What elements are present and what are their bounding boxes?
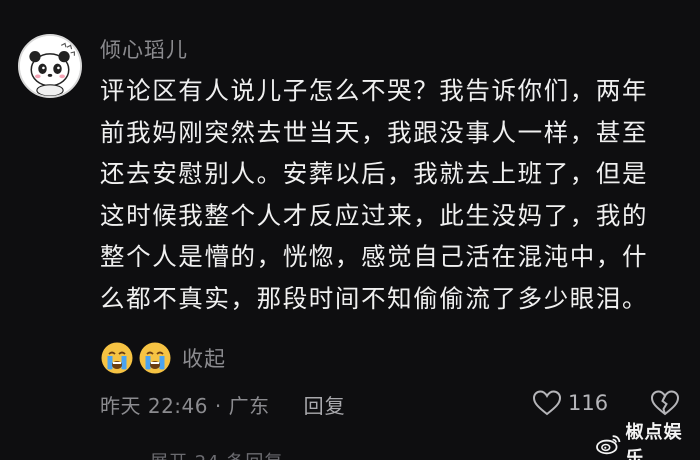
weibo-icon (596, 433, 621, 455)
crying-face-icon (100, 341, 134, 375)
broken-heart-icon[interactable] (650, 389, 680, 417)
collapse-button[interactable]: 收起 (182, 343, 226, 373)
comment-line: 还去安慰别人。安葬以后，我就去上班了，但是 (100, 159, 649, 188)
comment-username[interactable]: 倾心瑫儿 (100, 34, 188, 64)
watermark: 椒点娱乐 (596, 422, 700, 460)
comment-line: 么都不真实，那段时间不知偷偷流了多少眼泪。 (100, 283, 649, 313)
comment-line: 前我妈刚突然去世当天，我跟没事人一样，甚至 (100, 117, 649, 147)
watermark-text: 椒点娱乐 (625, 422, 683, 460)
heart-outline-icon (532, 389, 562, 417)
comment-body: 评论区有人说儿子怎么不哭？我告诉你们，两年 前我妈刚突然去世当天，我跟没事人一样… (100, 70, 685, 319)
comment-line: 这时候我整个人才反应过来，此生没妈了，我的 (100, 200, 649, 230)
comment-timestamp: 昨天 22:46 · 广东 (100, 393, 270, 418)
reaction-row: 收起 (100, 340, 226, 376)
expand-replies-link[interactable]: 展开 24 条回复 (150, 448, 283, 460)
comment-line: 评论区有人说儿子怎么不哭？我告诉你们，两年 (100, 76, 649, 105)
comment-line: 整个人是懵的，恍惚，感觉自己活在混沌中，什 (100, 242, 649, 271)
comment-meta: 昨天 22:46 · 广东 回复 (100, 388, 346, 420)
user-avatar[interactable] (18, 34, 82, 98)
like-count: 116 (568, 391, 609, 415)
reply-button[interactable]: 回复 (304, 390, 346, 419)
crying-face-icon (138, 341, 172, 375)
like-button[interactable]: 116 (532, 386, 608, 420)
panda-avatar-icon (20, 36, 80, 96)
